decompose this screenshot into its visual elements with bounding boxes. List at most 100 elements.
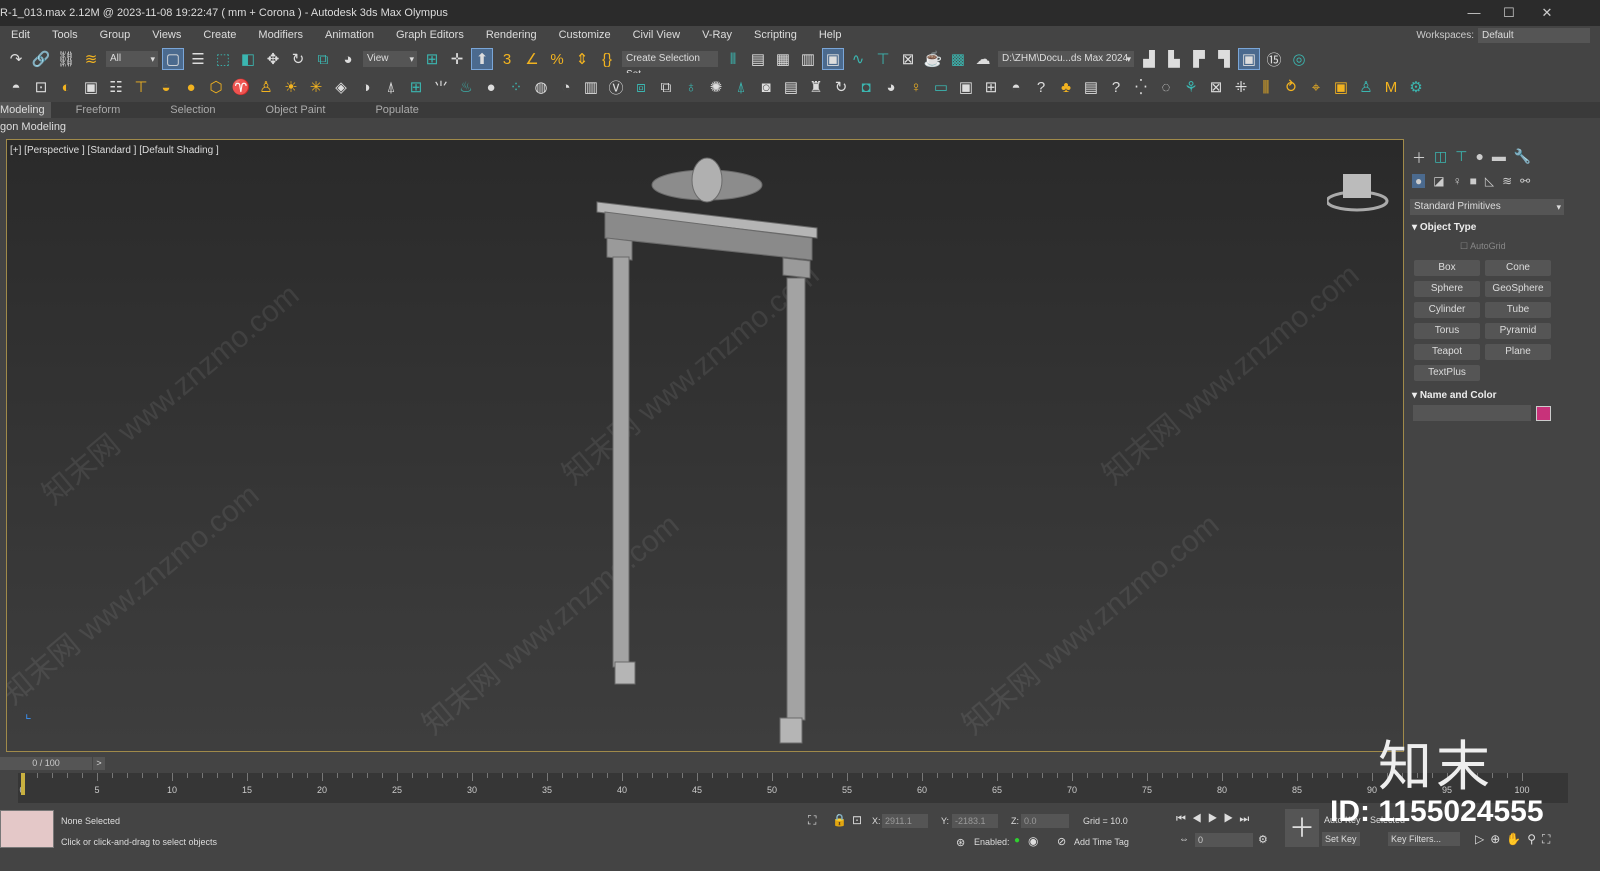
object-name-input[interactable]	[1413, 405, 1531, 421]
time-slider-next[interactable]: >	[93, 757, 105, 770]
ribbon-toggle-icon[interactable]: ▣	[822, 48, 844, 70]
render-icon[interactable]: ☁	[973, 49, 993, 69]
layer-explorer-icon[interactable]: ▦	[773, 49, 793, 69]
torus-button[interactable]: Torus	[1414, 323, 1480, 339]
light-icon[interactable]: ◐	[56, 77, 76, 97]
box-button[interactable]: Box	[1414, 260, 1480, 276]
multi-material-icon[interactable]: ⁘	[506, 77, 526, 97]
menu-scripting[interactable]: Scripting	[743, 29, 808, 41]
minimize-button[interactable]: —	[1455, 0, 1493, 26]
lock-icon[interactable]: 🔒	[832, 813, 847, 827]
camera-icon[interactable]: ⧉	[656, 77, 676, 97]
tool-icon[interactable]: ↻	[831, 77, 851, 97]
help-icon[interactable]: ?	[1106, 77, 1126, 97]
fur-icon[interactable]: ⍋	[381, 77, 401, 97]
select-manipulate-icon[interactable]: ✛	[447, 49, 467, 69]
tool-icon[interactable]: ▤	[781, 77, 801, 97]
render-frame-icon[interactable]: ▩	[948, 49, 968, 69]
angle-snap-icon[interactable]: ∠	[522, 49, 542, 69]
align-icon[interactable]: ▤	[748, 49, 768, 69]
workspace-selector[interactable]: Workspaces: Default	[1416, 28, 1590, 43]
modify-tab-icon[interactable]: ◫	[1434, 148, 1447, 168]
ies-light-icon[interactable]: ♙	[256, 77, 276, 97]
camera-icon[interactable]: ☷	[106, 77, 126, 97]
current-frame-field[interactable]: 0	[1195, 833, 1253, 847]
selection-set-dropdown[interactable]: Create Selection Set	[622, 51, 718, 83]
add-time-tag[interactable]: Add Time Tag	[1074, 837, 1129, 847]
sphere-button[interactable]: Sphere	[1414, 281, 1480, 297]
material-editor-icon[interactable]: ⊠	[898, 49, 918, 69]
select-object-icon[interactable]: ▢	[162, 48, 184, 70]
spinner-snap-icon[interactable]: ⇕	[572, 49, 592, 69]
tool-icon[interactable]: ⊠	[1206, 77, 1226, 97]
tool-icon[interactable]: ▣	[956, 77, 976, 97]
help-icon[interactable]: ?	[1031, 77, 1051, 97]
tool-icon[interactable]: ⍋	[731, 77, 751, 97]
render-setup-icon[interactable]: ☕	[923, 49, 943, 69]
teapot-button[interactable]: Teapot	[1414, 344, 1480, 360]
tool-icon[interactable]: ◌	[1156, 77, 1176, 97]
tool-icon[interactable]: ▙	[1164, 49, 1184, 69]
named-selection-icon[interactable]: {}	[597, 49, 617, 69]
menu-rendering[interactable]: Rendering	[475, 29, 548, 41]
palette-icon[interactable]: ◍	[531, 77, 551, 97]
rotate-icon[interactable]: ↻	[288, 49, 308, 69]
mesh-light-icon[interactable]: ⬡	[206, 77, 226, 97]
tool-icon[interactable]: ⌖	[1306, 77, 1326, 97]
tool-icon[interactable]: ⁜	[1231, 77, 1251, 97]
curve-editor-icon[interactable]: ∿	[848, 49, 868, 69]
motion-tab-icon[interactable]: ●	[1475, 148, 1483, 168]
tool-icon[interactable]: ◓	[6, 77, 26, 97]
tool-icon[interactable]: ▥	[581, 77, 601, 97]
create-tab-icon[interactable]: ＋	[1412, 148, 1426, 168]
tool-icon[interactable]: ✺	[706, 77, 726, 97]
x-coordinate-field[interactable]: 2911.1	[882, 814, 928, 828]
perspective-viewport[interactable]: 知末网 www.znzmo.com 知末网 www.znzmo.com 知末网 …	[6, 139, 1404, 752]
key-filters-button[interactable]: Key Filters...	[1388, 832, 1460, 846]
menu-animation[interactable]: Animation	[314, 29, 385, 41]
hierarchy-tab-icon[interactable]: ⊤	[1455, 148, 1467, 168]
tool-icon[interactable]: M	[1381, 77, 1401, 97]
select-by-name-icon[interactable]: ☰	[188, 49, 208, 69]
ribbon-tab-populate[interactable]: Populate	[350, 102, 443, 118]
tool-icon[interactable]: ♙	[1356, 77, 1376, 97]
systems-icon[interactable]: ⚯	[1520, 174, 1530, 188]
reference-coord-dropdown[interactable]: View	[363, 51, 417, 67]
ambient-light-icon[interactable]: ✳	[306, 77, 326, 97]
snaps-toggle-icon[interactable]: 3	[497, 49, 517, 69]
tool-icon[interactable]: ◓	[1006, 77, 1026, 97]
geosphere-button[interactable]: GeoSphere	[1485, 281, 1551, 297]
autogrid-checkbox[interactable]: ☐ AutoGrid	[1460, 241, 1506, 252]
ribbon-tab-freeform[interactable]: Freeform	[51, 102, 146, 118]
name-color-rollout[interactable]: ▾ Name and Color	[1412, 390, 1562, 401]
maxscript-listener[interactable]	[0, 810, 54, 848]
object-color-swatch[interactable]	[1536, 406, 1551, 421]
viewcube[interactable]	[1327, 168, 1391, 214]
spacewarps-icon[interactable]: ≋	[1502, 174, 1512, 188]
y-coordinate-field[interactable]: -2183.1	[952, 814, 998, 828]
menu-edit[interactable]: Edit	[0, 29, 41, 41]
isolate-icon[interactable]: ⛶	[808, 813, 816, 828]
window-crossing-icon[interactable]: ◧	[238, 49, 258, 69]
door-frame-model[interactable]	[7, 140, 1404, 752]
scale-icon[interactable]: ⧉	[313, 49, 333, 69]
tool-icon[interactable]: ⊡	[31, 77, 51, 97]
playback-controls[interactable]: ⏮◀▶▶⏭	[1176, 813, 1255, 826]
maximize-button[interactable]: ☐	[1490, 0, 1528, 26]
pyramid-button[interactable]: Pyramid	[1485, 323, 1551, 339]
textplus-button[interactable]: TextPlus	[1414, 365, 1480, 381]
menu-views[interactable]: Views	[141, 29, 192, 41]
tool-icon[interactable]: ▜	[1214, 49, 1234, 69]
utilities-tab-icon[interactable]: 🔧	[1514, 148, 1531, 168]
category-dropdown[interactable]: Standard Primitives	[1410, 199, 1564, 215]
menu-group[interactable]: Group	[89, 29, 142, 41]
move-icon[interactable]: ✥	[263, 49, 283, 69]
menu-graph-editors[interactable]: Graph Editors	[385, 29, 475, 41]
light-icon[interactable]: ⊤	[131, 77, 151, 97]
proxy-icon[interactable]: ◈	[331, 77, 351, 97]
volume-icon[interactable]: ⊞	[406, 77, 426, 97]
schematic-view-icon[interactable]: ⊤	[873, 49, 893, 69]
mirror-icon[interactable]: ⫴	[723, 49, 743, 69]
material-sphere-icon[interactable]: ●	[481, 77, 501, 97]
tool-icon[interactable]: ♣	[1056, 77, 1076, 97]
